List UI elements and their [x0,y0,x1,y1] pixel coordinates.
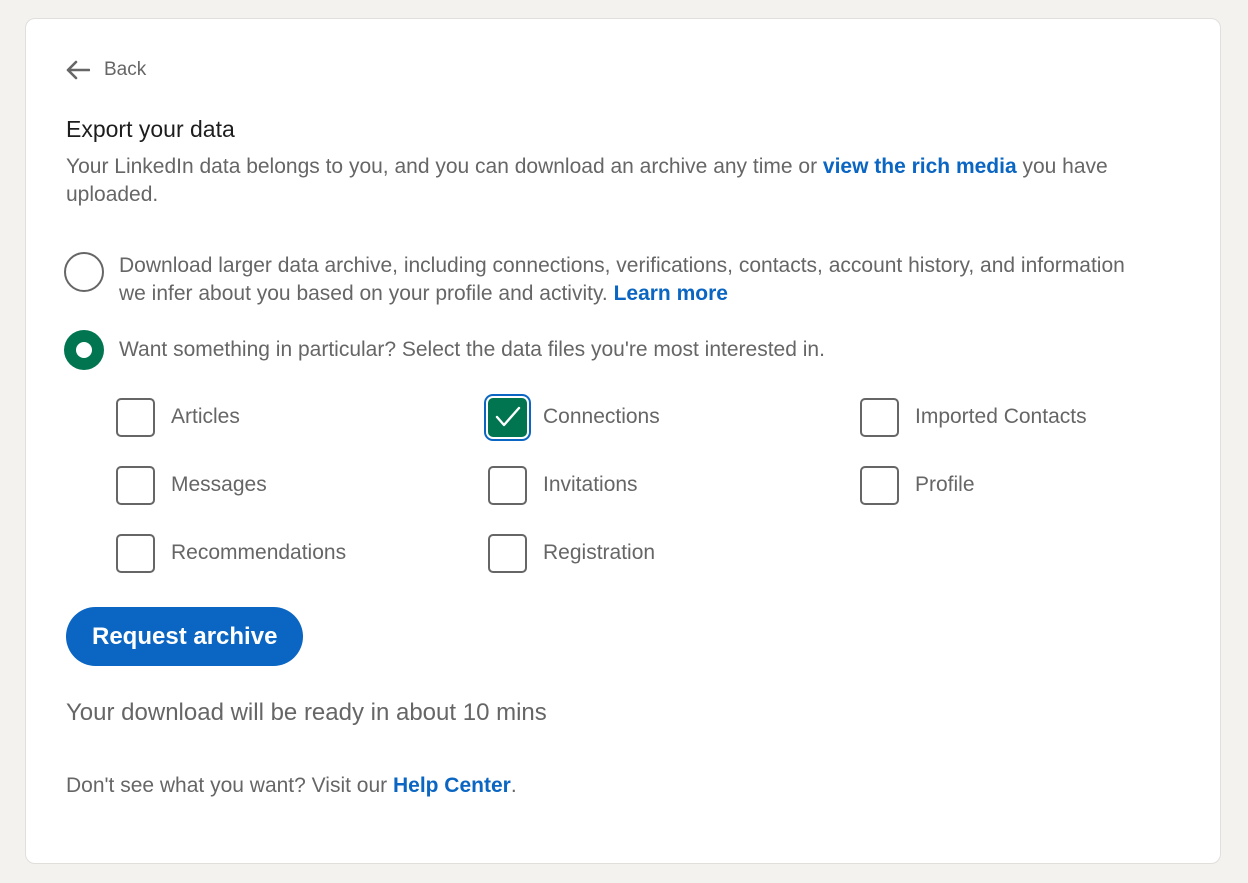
export-data-card: Back Export your data Your LinkedIn data… [25,18,1221,864]
download-ready-status: Your download will be ready in about 10 … [66,699,547,726]
checkbox-imported-contacts[interactable]: Imported Contacts [860,397,1232,437]
checkbox-messages[interactable]: Messages [116,465,488,505]
checkbox-label: Registration [543,541,656,564]
help-text: Don't see what you want? Visit our Help … [66,774,517,798]
checkbox-label: Connections [543,405,660,428]
checkbox-label: Articles [171,405,240,428]
particular-label: Want something in particular? Select the… [119,338,825,361]
checkbox-label: Invitations [543,473,638,496]
radio-selected-dot [76,342,92,358]
checkbox-box[interactable] [488,465,527,505]
checkbox-box[interactable] [116,397,155,437]
checkbox-box[interactable] [860,397,899,437]
checkbox-box[interactable] [116,533,155,573]
checkbox-label: Imported Contacts [915,405,1087,428]
checkbox-registration[interactable]: Registration [488,533,860,573]
back-label: Back [104,59,147,80]
back-button[interactable]: Back [66,59,146,81]
help-text-before: Don't see what you want? Visit our [66,774,393,797]
checkbox-recommendations[interactable]: Recommendations [116,533,488,573]
checkbox-connections[interactable]: Connections [488,397,860,437]
checkbox-box[interactable] [116,465,155,505]
larger-archive-radio[interactable] [64,252,104,292]
description-text-before: Your LinkedIn data belongs to you, and y… [66,155,823,178]
view-rich-media-link[interactable]: view the rich media [823,155,1017,178]
data-files-grid: Articles Connections Imported Contacts M… [116,397,1232,601]
checkbox-invitations[interactable]: Invitations [488,465,860,505]
larger-archive-text: Download larger data archive, including … [119,252,1139,308]
checkbox-profile[interactable]: Profile [860,465,1232,505]
checkbox-label: Profile [915,473,975,496]
checkbox-label: Recommendations [171,541,347,564]
arrow-left-icon [66,60,90,80]
checkbox-label: Messages [171,473,267,496]
help-text-after: . [510,774,517,797]
page-title: Export your data [66,116,235,142]
particular-option[interactable]: Want something in particular? Select the… [64,330,1139,370]
larger-archive-option[interactable]: Download larger data archive, including … [64,252,1139,308]
request-archive-button[interactable]: Request archive [66,607,304,666]
checkbox-box[interactable] [488,533,527,573]
checkbox-articles[interactable]: Articles [116,397,488,437]
page-description: Your LinkedIn data belongs to you, and y… [66,153,1176,209]
learn-more-link[interactable]: Learn more [614,282,728,305]
checkmark-icon [495,406,520,427]
help-center-link[interactable]: Help Center [393,774,511,797]
checkbox-box[interactable] [860,465,899,505]
particular-radio[interactable] [64,330,104,370]
checkbox-box[interactable] [488,397,527,437]
